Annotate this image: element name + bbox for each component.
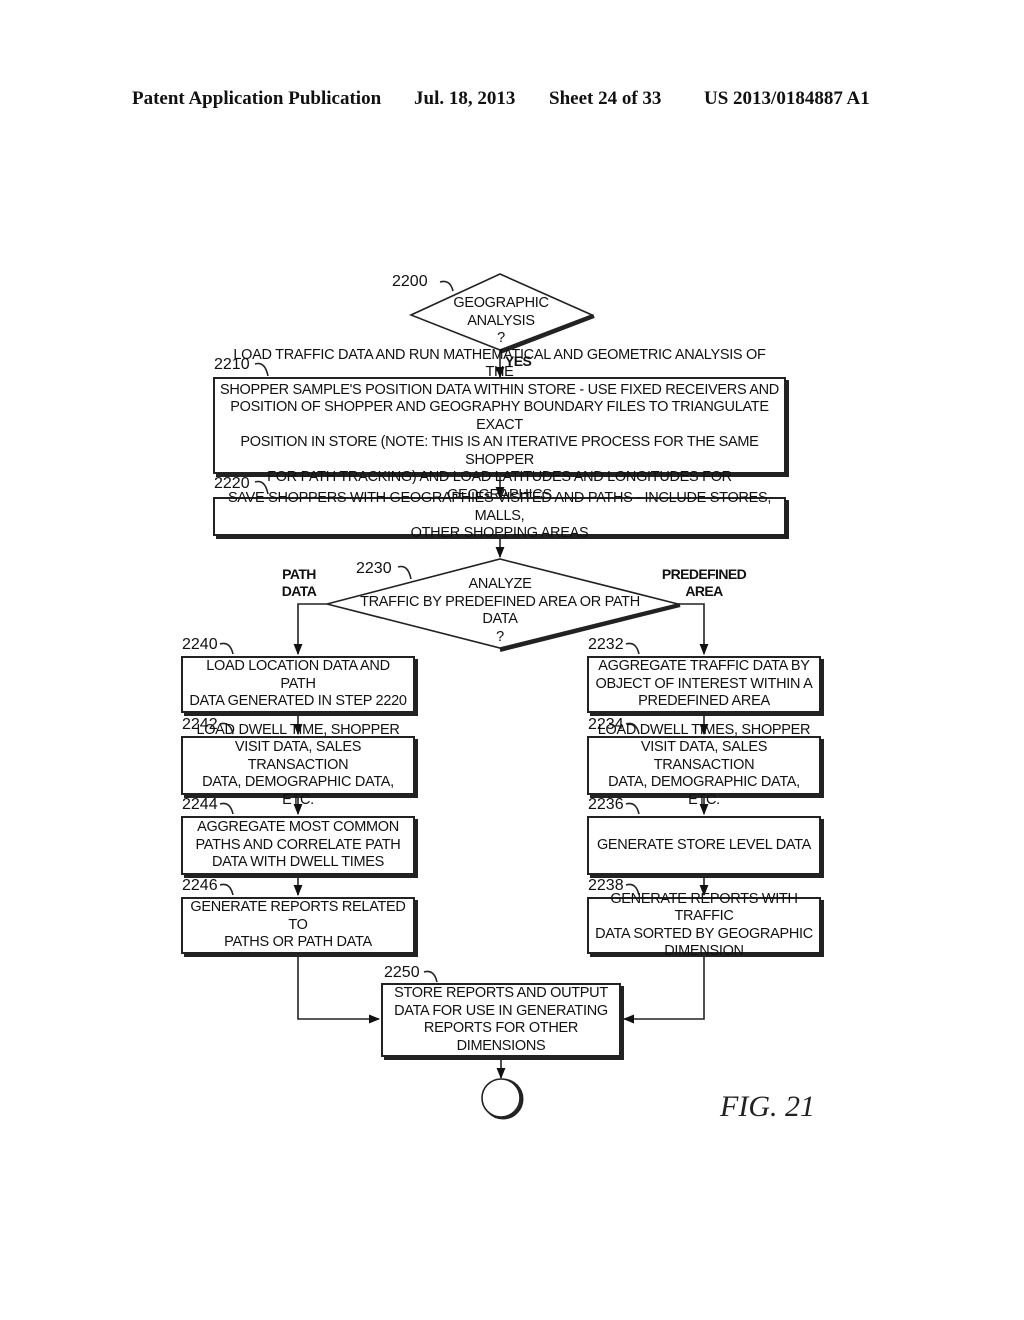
process-2220: SAVE SHOPPERS WITH GEOGRAPHIES VISITED A… (213, 490, 786, 541)
ref-2250: 2250 (384, 964, 420, 981)
decision-2230-text: ANALYZE TRAFFIC BY PREDEFINED AREA OR PA… (360, 576, 640, 645)
decision-2200-text: GEOGRAPHIC ANALYSIS ? (453, 295, 549, 346)
edge-2230-2232 (678, 603, 709, 656)
edge-2246-2250 (297, 955, 381, 1024)
leader-2250 (423, 970, 438, 983)
leader-2200 (439, 280, 454, 292)
process-2242: LOAD DWELL TIME, SHOPPER VISIT DATA, SAL… (181, 722, 415, 808)
edge-label-path-data: PATH DATA (281, 566, 317, 599)
process-2232: AGGREGATE TRAFFIC DATA BY OBJECT OF INTE… (587, 656, 821, 713)
leader-2240 (219, 642, 234, 655)
process-2250: STORE REPORTS AND OUTPUT DATA FOR USE IN… (381, 983, 621, 1057)
process-2238: GENERATE REPORTS WITH TRAFFIC DATA SORTE… (587, 891, 821, 959)
ref-2240: 2240 (182, 636, 218, 653)
process-2246: GENERATE REPORTS RELATED TO PATHS OR PAT… (181, 897, 415, 954)
end-terminator (481, 1078, 521, 1118)
flowchart-connectors (219, 273, 709, 1120)
process-2234: LOAD DWELL TIMES, SHOPPER VISIT DATA, SA… (587, 722, 821, 808)
process-2236: GENERATE STORE LEVEL DATA (587, 816, 821, 875)
leader-2246 (219, 883, 234, 896)
edge-label-predefined-area: PREDEFINED AREA (661, 566, 747, 599)
ref-2200: 2200 (392, 273, 428, 290)
ref-2246: 2246 (182, 877, 218, 894)
edge-2230-2240 (293, 603, 327, 656)
process-2244: AGGREGATE MOST COMMON PATHS AND CORRELAT… (181, 816, 415, 875)
process-2240: LOAD LOCATION DATA AND PATH DATA GENERAT… (181, 656, 415, 713)
figure-label: FIG. 21 (720, 1090, 815, 1123)
edge-2238-2250 (622, 955, 705, 1024)
process-2210: LOAD TRAFFIC DATA AND RUN MATHEMATICAL A… (213, 347, 786, 503)
